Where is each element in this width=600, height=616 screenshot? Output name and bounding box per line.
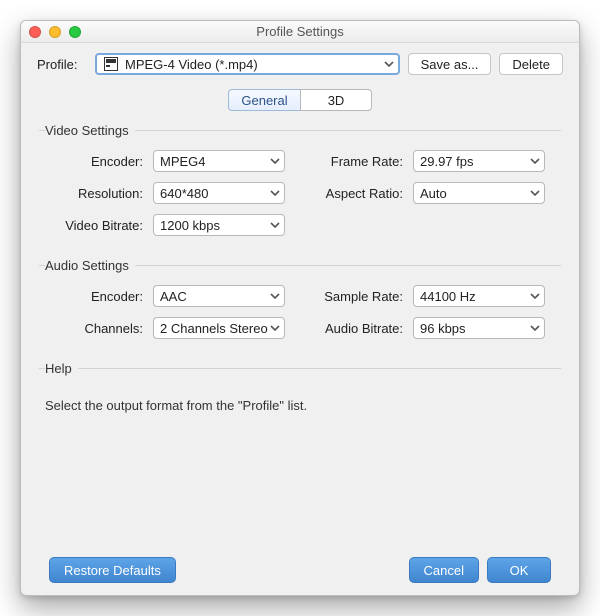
chevron-down-icon: [268, 291, 282, 301]
resolution-label: Resolution:: [43, 186, 143, 201]
chevron-down-icon: [268, 220, 282, 230]
zoom-window-button[interactable]: [69, 26, 81, 38]
frame-rate-select[interactable]: 29.97 fps: [413, 150, 545, 172]
channels-label: Channels:: [43, 321, 143, 336]
audio-bitrate-label: Audio Bitrate:: [295, 321, 403, 336]
close-window-button[interactable]: [29, 26, 41, 38]
profile-settings-window: Profile Settings Profile: MPEG-4 Video (…: [20, 20, 580, 596]
ok-button[interactable]: OK: [487, 557, 551, 583]
cancel-button[interactable]: Cancel: [409, 557, 479, 583]
audio-settings-legend: Audio Settings: [45, 258, 135, 273]
audio-settings-grid: Encoder: AAC Sample Rate: 44100 Hz Chann…: [39, 285, 561, 339]
help-group: Help Select the output format from the "…: [39, 361, 561, 423]
aspect-ratio-label: Aspect Ratio:: [295, 186, 403, 201]
video-settings-grid: Encoder: MPEG4 Frame Rate: 29.97 fps Res…: [39, 150, 561, 236]
video-encoder-select[interactable]: MPEG4: [153, 150, 285, 172]
video-settings-group: Video Settings Encoder: MPEG4 Frame Rate…: [39, 123, 561, 236]
chevron-down-icon: [528, 323, 542, 333]
minimize-window-button[interactable]: [49, 26, 61, 38]
video-settings-legend: Video Settings: [45, 123, 135, 138]
profile-value: MPEG-4 Video (*.mp4): [125, 57, 382, 72]
tab-general[interactable]: General: [228, 89, 300, 111]
chevron-down-icon: [268, 188, 282, 198]
traffic-lights: [29, 26, 81, 38]
audio-bitrate-select[interactable]: 96 kbps: [413, 317, 545, 339]
chevron-down-icon: [382, 59, 396, 69]
tab-bar: General 3D: [228, 89, 372, 111]
delete-button[interactable]: Delete: [499, 53, 563, 75]
profile-row: Profile: MPEG-4 Video (*.mp4) Save as...…: [37, 53, 563, 75]
footer: Restore Defaults Cancel OK: [37, 547, 563, 595]
audio-encoder-select[interactable]: AAC: [153, 285, 285, 307]
chevron-down-icon: [528, 156, 542, 166]
profile-label: Profile:: [37, 57, 87, 72]
content-area: Profile: MPEG-4 Video (*.mp4) Save as...…: [21, 43, 579, 595]
help-text: Select the output format from the "Profi…: [39, 388, 561, 423]
tab-3d[interactable]: 3D: [300, 89, 372, 111]
audio-settings-group: Audio Settings Encoder: AAC Sample Rate:…: [39, 258, 561, 339]
profile-select[interactable]: MPEG-4 Video (*.mp4): [95, 53, 400, 75]
aspect-ratio-select[interactable]: Auto: [413, 182, 545, 204]
chevron-down-icon: [268, 156, 282, 166]
frame-rate-label: Frame Rate:: [295, 154, 403, 169]
chevron-down-icon: [528, 291, 542, 301]
titlebar: Profile Settings: [21, 21, 579, 43]
window-title: Profile Settings: [21, 24, 579, 39]
resolution-select[interactable]: 640*480: [153, 182, 285, 204]
help-legend: Help: [45, 361, 78, 376]
sample-rate-select[interactable]: 44100 Hz: [413, 285, 545, 307]
chevron-down-icon: [268, 323, 282, 333]
video-encoder-label: Encoder:: [43, 154, 143, 169]
restore-defaults-button[interactable]: Restore Defaults: [49, 557, 176, 583]
audio-encoder-label: Encoder:: [43, 289, 143, 304]
mpeg-file-icon: [103, 57, 119, 71]
channels-select[interactable]: 2 Channels Stereo: [153, 317, 285, 339]
video-bitrate-select[interactable]: 1200 kbps: [153, 214, 285, 236]
video-bitrate-label: Video Bitrate:: [43, 218, 143, 233]
sample-rate-label: Sample Rate:: [295, 289, 403, 304]
save-as-button[interactable]: Save as...: [408, 53, 492, 75]
chevron-down-icon: [528, 188, 542, 198]
